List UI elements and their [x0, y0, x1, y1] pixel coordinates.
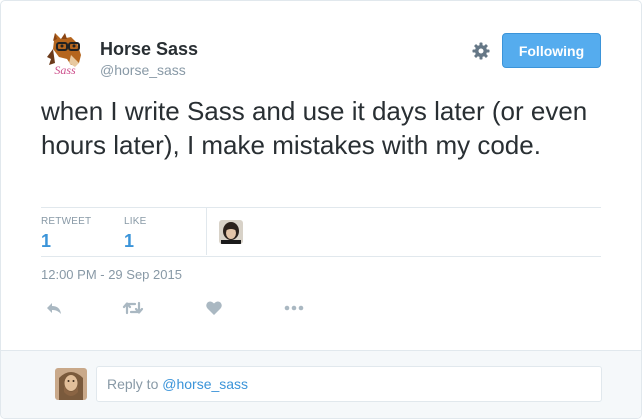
reply-mention: @horse_sass: [162, 376, 249, 392]
reply-icon[interactable]: [45, 299, 63, 317]
like-label: LIKE: [124, 216, 147, 227]
author-display-name[interactable]: Horse Sass: [100, 38, 198, 60]
gear-icon[interactable]: [471, 41, 491, 61]
like-count: 1: [124, 231, 135, 251]
tweet-stats: RETWEET 1 LIKE 1: [41, 207, 601, 257]
heart-icon[interactable]: [205, 299, 223, 317]
like-stat[interactable]: LIKE 1: [124, 216, 146, 252]
tweet-actions: [41, 299, 601, 321]
reply-prefix: Reply to: [107, 376, 163, 392]
following-button[interactable]: Following: [502, 33, 601, 68]
reply-input[interactable]: Reply to @horse_sass: [96, 366, 602, 402]
stats-divider: [206, 208, 207, 255]
sass-logo-text: Sass: [54, 63, 76, 77]
retweet-stat[interactable]: RETWEET 1: [41, 216, 91, 252]
tweet-text: when I write Sass and use it days later …: [41, 96, 588, 160]
reply-bar: Reply to @horse_sass: [1, 350, 641, 418]
author-avatar[interactable]: Sass: [41, 29, 89, 77]
tweet-timestamp[interactable]: 12:00 PM - 29 Sep 2015: [41, 267, 182, 282]
current-user-avatar: [55, 368, 87, 400]
author-handle[interactable]: @horse_sass: [100, 61, 198, 79]
liker-avatar[interactable]: [219, 220, 243, 244]
more-icon[interactable]: [283, 299, 305, 317]
author-names: Horse Sass @horse_sass: [100, 38, 198, 79]
tweet-header: Sass Horse Sass @horse_sass Following: [41, 29, 611, 85]
retweet-icon[interactable]: [122, 299, 144, 317]
tweet-card: Sass Horse Sass @horse_sass Following wh…: [0, 0, 642, 419]
retweet-label: RETWEET: [41, 216, 92, 227]
retweet-count: 1: [41, 231, 52, 251]
